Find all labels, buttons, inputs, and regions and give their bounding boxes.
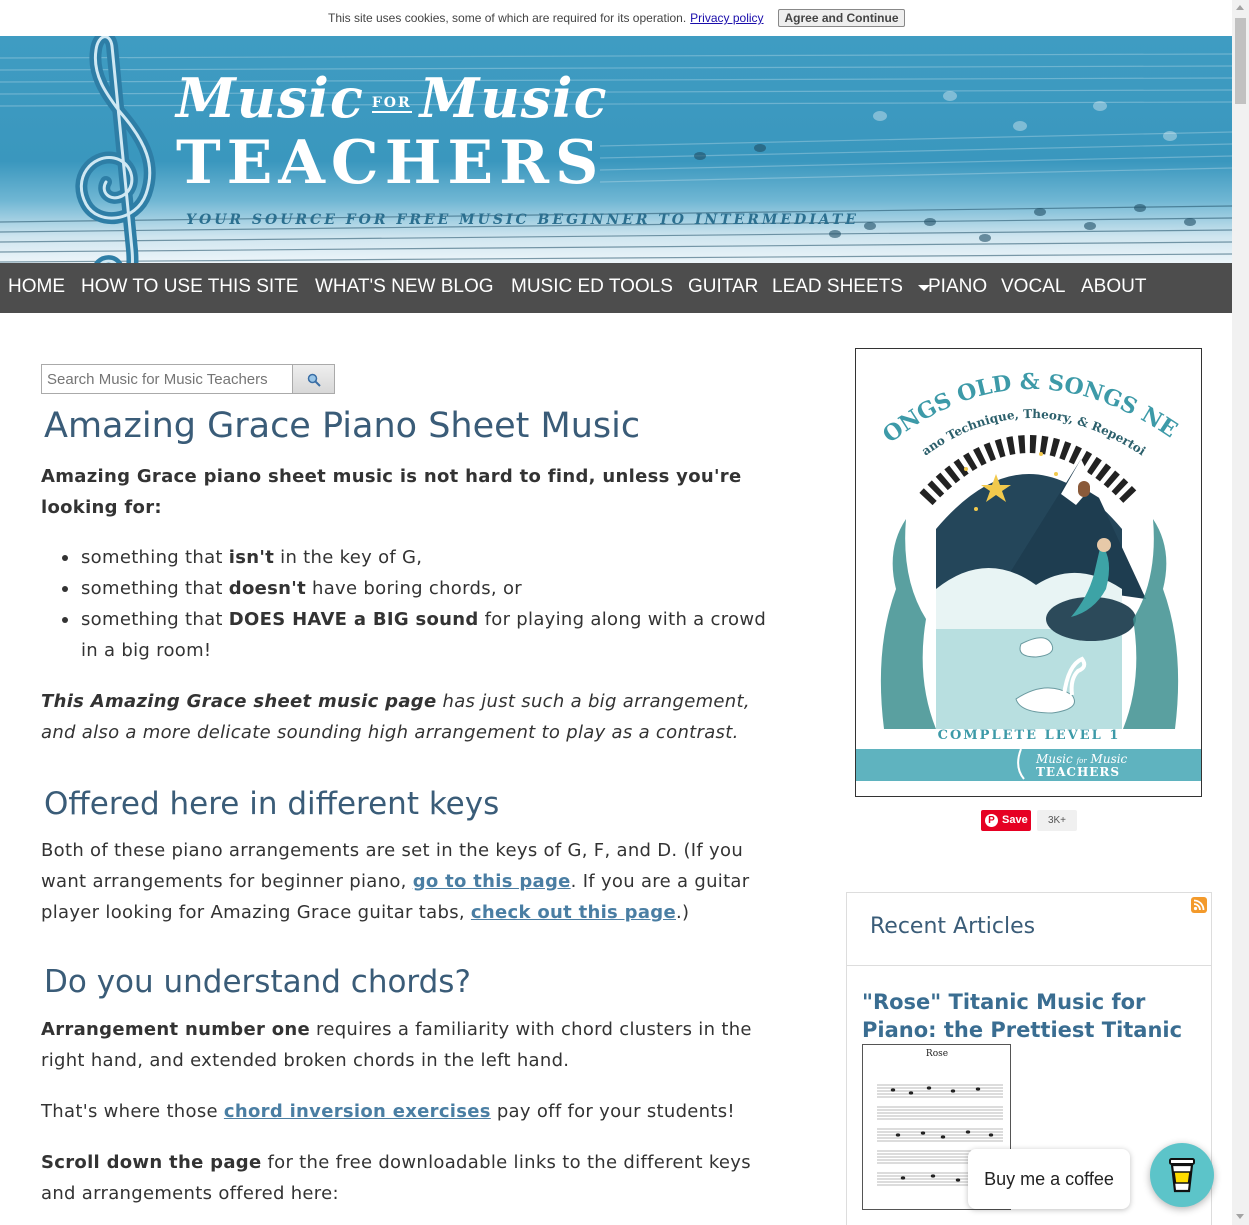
page-title: Amazing Grace Piano Sheet Music [44, 406, 641, 446]
scroll-up-arrow-icon[interactable] [1236, 5, 1244, 10]
book-cover-illustration: SONGS OLD & SONGS NEW Piano Technique, T… [856, 349, 1201, 781]
cookie-message: This site uses cookies, some of which ar… [328, 11, 764, 25]
nav-whats-new-blog[interactable]: WHAT'S NEW BLOG [315, 276, 494, 298]
book-brand-teachers: TEACHERS [1036, 765, 1120, 779]
dropdown-caret-icon[interactable] [918, 285, 930, 291]
book-arc-title: SONGS OLD & SONGS NEW [856, 349, 1182, 448]
agree-continue-button[interactable]: Agree and Continue [778, 9, 905, 27]
nav-music-ed-tools[interactable]: MUSIC ED TOOLS [511, 276, 673, 298]
search-input[interactable] [41, 364, 293, 394]
arrangement-paragraph: This Amazing Grace sheet music page has … [41, 691, 750, 743]
search-button[interactable] [292, 364, 335, 394]
scroll-paragraph: Scroll down the page for the free downlo… [41, 1152, 751, 1204]
buy-me-a-coffee-label[interactable]: Buy me a coffee [968, 1149, 1130, 1209]
rss-feed-icon[interactable] [1191, 897, 1207, 913]
pinterest-save-button[interactable]: P Save [981, 810, 1031, 831]
nav-home[interactable]: HOME [8, 276, 65, 298]
chords-paragraph: Arrangement number one requires a famili… [41, 1019, 752, 1071]
nav-lead-sheets[interactable]: LEAD SHEETS [772, 276, 903, 298]
nav-piano[interactable]: PIANO [928, 276, 987, 298]
scrollbar-thumb[interactable] [1235, 18, 1246, 104]
treble-clef-logo-icon [75, 36, 156, 264]
nav-how-to-use[interactable]: HOW TO USE THIS SITE [81, 276, 298, 298]
logo-music-for-music: Music FOR Music [176, 66, 608, 130]
nav-guitar[interactable]: GUITAR [688, 276, 758, 298]
privacy-policy-link[interactable]: Privacy policy [690, 11, 763, 25]
nav-vocal[interactable]: VOCAL [1001, 276, 1065, 298]
pinterest-icon: P [985, 814, 998, 827]
buy-me-a-coffee-button[interactable] [1150, 1143, 1214, 1207]
section-heading-chords: Do you understand chords? [44, 964, 471, 1000]
intro-paragraph: Amazing Grace piano sheet music is not h… [41, 466, 742, 518]
inversion-paragraph: That's where those chord inversion exerc… [41, 1101, 735, 1122]
site-header-banner[interactable]: Music FOR Music TEACHERS YOUR SOURCE FOR F… [0, 36, 1232, 264]
requirements-list: something that isn't in the key of G, so… [62, 542, 781, 666]
section-heading-keys: Offered here in different keys [44, 786, 500, 822]
cookie-banner: This site uses cookies, some of which ar… [0, 0, 1232, 36]
scroll-down-arrow-icon[interactable] [1236, 1214, 1244, 1219]
list-item: something that DOES HAVE a BIG sound for… [62, 604, 781, 666]
coffee-cup-icon [1169, 1158, 1195, 1193]
beginner-piano-link[interactable]: go to this page [413, 871, 571, 892]
svg-text:Rose: Rose [926, 1049, 948, 1059]
site-tagline: YOUR SOURCE FOR FREE MUSIC BEGINNER TO I… [186, 212, 859, 228]
guitar-tabs-link[interactable]: check out this page [471, 902, 676, 923]
page-scrollbar[interactable] [1232, 0, 1249, 1225]
nav-about[interactable]: ABOUT [1081, 276, 1146, 298]
chord-inversion-link[interactable]: chord inversion exercises [224, 1101, 491, 1122]
list-item: something that doesn't have boring chord… [62, 573, 781, 604]
book-level: COMPLETE LEVEL 1 [938, 728, 1121, 743]
recent-articles-heading: Recent Articles [870, 914, 1036, 939]
book-cover-ad[interactable]: SONGS OLD & SONGS NEW Piano Technique, T… [855, 348, 1202, 797]
logo-teachers: TEACHERS [176, 128, 605, 198]
main-navigation: HOME HOW TO USE THIS SITE WHAT'S NEW BLO… [0, 263, 1232, 313]
keys-paragraph: Both of these piano arrangements are set… [41, 840, 750, 923]
list-item: something that isn't in the key of G, [62, 542, 781, 573]
pinterest-count: 3K+ [1037, 810, 1077, 831]
divider [847, 965, 1211, 966]
search-icon [307, 373, 321, 387]
